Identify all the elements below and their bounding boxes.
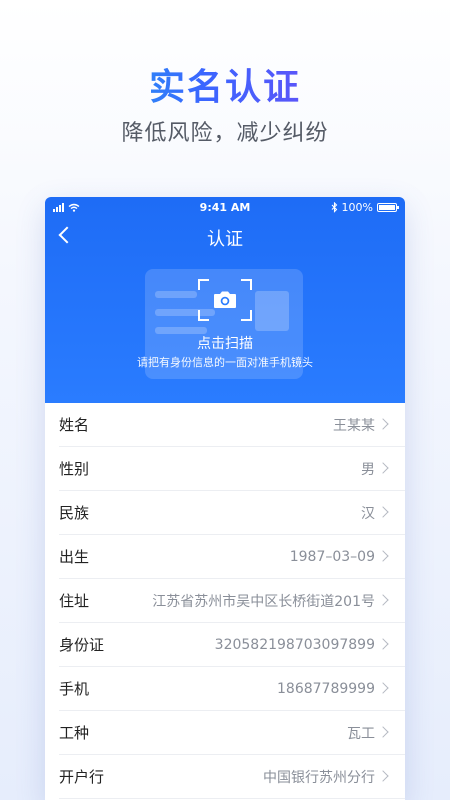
field-row-id-number[interactable]: 身份证 320582198703097899 — [59, 623, 405, 667]
field-label: 性别 — [59, 460, 90, 478]
field-row-bank[interactable]: 开户行 中国银行苏州分行 — [59, 755, 405, 799]
nav-title: 认证 — [207, 229, 243, 250]
scan-hint: 请把有身份信息的一面对准手机镜头 — [137, 356, 313, 369]
field-label: 开户行 — [59, 768, 105, 786]
phone-screen: 9:41 AM 100% 认证 点击扫描 请把有身份信息的一面对准手机镜头 姓名… — [45, 197, 405, 800]
chevron-right-icon — [377, 550, 389, 562]
field-row-phone[interactable]: 手机 18687789999 — [59, 667, 405, 711]
field-value: 男 — [361, 461, 375, 478]
field-value: 320582198703097899 — [214, 636, 375, 653]
chevron-right-icon — [377, 506, 389, 518]
field-row-gender[interactable]: 性别 男 — [59, 447, 405, 491]
chevron-right-icon — [377, 726, 389, 738]
field-row-birth[interactable]: 出生 1987–03–09 — [59, 535, 405, 579]
info-list: 姓名 王某某 性别 男 民族 汉 出生 1987–03–09 住址 江苏省苏州市… — [45, 403, 405, 799]
promo-subtitle: 降低风险，减少纠纷 — [121, 121, 329, 146]
battery-icon — [377, 203, 399, 212]
scan-label[interactable]: 点击扫描 — [45, 333, 405, 353]
field-value: 18687789999 — [277, 680, 375, 697]
chevron-right-icon — [377, 418, 389, 430]
field-row-address[interactable]: 住址 江苏省苏州市吴中区长桥街道201号 — [59, 579, 405, 623]
battery-percent: 100% — [341, 201, 373, 214]
field-label: 姓名 — [59, 416, 90, 434]
chevron-right-icon — [377, 594, 389, 606]
chevron-right-icon — [377, 770, 389, 782]
scan-button[interactable] — [198, 279, 252, 321]
field-label: 出生 — [59, 548, 90, 566]
field-value: 中国银行苏州分行 — [263, 769, 375, 786]
bluetooth-icon — [331, 202, 337, 213]
chevron-right-icon — [377, 638, 389, 650]
field-row-name[interactable]: 姓名 王某某 — [59, 403, 405, 447]
field-row-ethnicity[interactable]: 民族 汉 — [59, 491, 405, 535]
field-label: 住址 — [59, 592, 90, 610]
field-value: 汉 — [361, 505, 375, 522]
field-label: 身份证 — [59, 636, 105, 654]
camera-icon — [214, 291, 236, 308]
nav-bar: 认证 — [45, 221, 405, 253]
status-bar: 9:41 AM 100% — [45, 197, 405, 219]
field-value: 江苏省苏州市吴中区长桥街道201号 — [152, 593, 375, 610]
field-value: 王某某 — [333, 417, 375, 434]
field-row-trade[interactable]: 工种 瓦工 — [59, 711, 405, 755]
field-label: 民族 — [59, 504, 90, 522]
promo-title: 实名认证 — [0, 58, 450, 110]
field-label: 手机 — [59, 680, 90, 698]
chevron-right-icon — [377, 462, 389, 474]
field-value: 瓦工 — [347, 725, 375, 742]
chevron-right-icon — [377, 682, 389, 694]
header-panel: 9:41 AM 100% 认证 点击扫描 请把有身份信息的一面对准手机镜头 — [45, 197, 405, 403]
field-value: 1987–03–09 — [289, 548, 375, 565]
field-label: 工种 — [59, 724, 90, 742]
